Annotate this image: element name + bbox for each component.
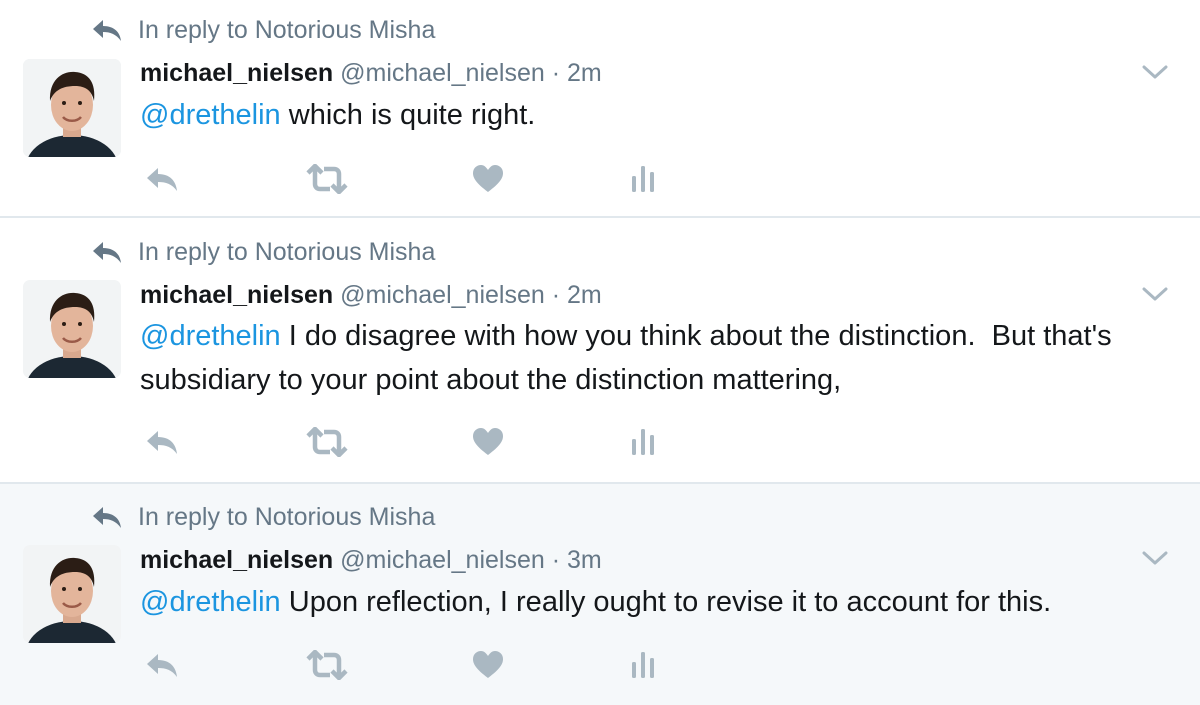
user-handle[interactable]: @michael_nielsen bbox=[340, 546, 545, 574]
tweet[interactable]: In reply to Notorious Misha michael_niel… bbox=[0, 0, 1200, 218]
heart-icon bbox=[473, 165, 503, 192]
mention-link[interactable]: @drethelin bbox=[140, 99, 281, 131]
reply-arrow-icon bbox=[90, 237, 124, 267]
retweet-button[interactable] bbox=[302, 425, 352, 459]
timestamp[interactable]: 2m bbox=[567, 59, 602, 87]
heart-icon bbox=[473, 428, 503, 455]
analytics-icon bbox=[632, 652, 654, 678]
chevron-down-icon bbox=[1142, 287, 1168, 301]
separator-dot: · bbox=[551, 59, 561, 87]
like-button[interactable] bbox=[470, 648, 506, 682]
avatar[interactable] bbox=[23, 59, 121, 157]
reply-arrow-icon bbox=[90, 15, 124, 45]
reply-button[interactable] bbox=[142, 648, 182, 682]
tweet-actions bbox=[140, 162, 700, 196]
display-name[interactable]: michael_nielsen bbox=[140, 59, 333, 87]
tweet-actions bbox=[140, 648, 700, 682]
like-button[interactable] bbox=[470, 425, 506, 459]
reply-button[interactable] bbox=[142, 425, 182, 459]
tweet-header: michael_nielsen @michael_nielsen · 2m bbox=[140, 58, 602, 88]
more-options-button[interactable] bbox=[1140, 284, 1170, 304]
tweet-text: @drethelin I do disagree with how you th… bbox=[140, 314, 1180, 402]
timeline: In reply to Notorious Misha michael_niel… bbox=[0, 0, 1200, 705]
mention-link[interactable]: @drethelin bbox=[140, 320, 281, 352]
tweet-body: which is quite right. bbox=[280, 99, 536, 131]
chevron-down-icon bbox=[1142, 551, 1168, 565]
retweet-button[interactable] bbox=[302, 162, 352, 196]
heart-icon bbox=[473, 651, 503, 678]
retweet-icon bbox=[306, 650, 348, 680]
reply-context[interactable]: In reply to Notorious Misha bbox=[90, 502, 435, 532]
timestamp[interactable]: 2m bbox=[567, 281, 602, 309]
reply-arrow-icon bbox=[90, 502, 124, 532]
reply-context[interactable]: In reply to Notorious Misha bbox=[90, 15, 435, 45]
more-options-button[interactable] bbox=[1140, 548, 1170, 568]
display-name[interactable]: michael_nielsen bbox=[140, 546, 333, 574]
avatar[interactable] bbox=[23, 545, 121, 643]
tweet-text: @drethelin Upon reflection, I really oug… bbox=[140, 580, 1180, 624]
more-options-button[interactable] bbox=[1140, 62, 1170, 82]
timestamp[interactable]: 3m bbox=[567, 546, 602, 574]
tweet[interactable]: In reply to Notorious Misha michael_niel… bbox=[0, 218, 1200, 484]
reply-context[interactable]: In reply to Notorious Misha bbox=[90, 237, 435, 267]
tweet-text: @drethelin which is quite right. bbox=[140, 93, 1180, 137]
reply-context-label: In reply to Notorious Misha bbox=[138, 502, 436, 531]
analytics-button[interactable] bbox=[628, 648, 658, 682]
tweet-highlighted[interactable]: In reply to Notorious Misha michael_niel… bbox=[0, 484, 1200, 705]
reply-icon bbox=[147, 654, 177, 677]
reply-context-label: In reply to Notorious Misha bbox=[138, 15, 436, 44]
tweet-header: michael_nielsen @michael_nielsen · 3m bbox=[140, 545, 602, 575]
tweet-actions bbox=[140, 425, 700, 459]
display-name[interactable]: michael_nielsen bbox=[140, 281, 333, 309]
analytics-icon bbox=[632, 429, 654, 455]
analytics-button[interactable] bbox=[628, 162, 658, 196]
retweet-icon bbox=[306, 164, 348, 194]
analytics-icon bbox=[632, 166, 654, 192]
tweet-body: I do disagree with how you think about t… bbox=[140, 320, 1120, 396]
reply-button[interactable] bbox=[142, 162, 182, 196]
analytics-button[interactable] bbox=[628, 425, 658, 459]
separator-dot: · bbox=[551, 546, 561, 574]
like-button[interactable] bbox=[470, 162, 506, 196]
tweet-body: Upon reflection, I really ought to revis… bbox=[280, 586, 1052, 618]
reply-icon bbox=[147, 431, 177, 454]
separator-dot: · bbox=[551, 281, 561, 309]
retweet-button[interactable] bbox=[302, 648, 352, 682]
avatar[interactable] bbox=[23, 280, 121, 378]
reply-icon bbox=[147, 168, 177, 191]
mention-link[interactable]: @drethelin bbox=[140, 586, 281, 618]
tweet-header: michael_nielsen @michael_nielsen · 2m bbox=[140, 280, 602, 310]
user-handle[interactable]: @michael_nielsen bbox=[340, 281, 545, 309]
user-handle[interactable]: @michael_nielsen bbox=[340, 59, 545, 87]
reply-context-label: In reply to Notorious Misha bbox=[138, 237, 436, 266]
retweet-icon bbox=[306, 427, 348, 457]
chevron-down-icon bbox=[1142, 65, 1168, 79]
